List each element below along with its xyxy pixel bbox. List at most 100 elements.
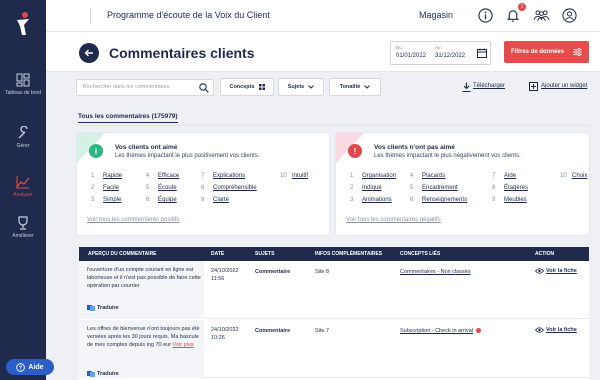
theme-link[interactable]: Intuitif	[292, 173, 308, 179]
data-filters-button[interactable]: Filtres de données	[504, 41, 589, 63]
theme-link[interactable]: Efficace	[158, 173, 179, 179]
theme-link[interactable]: Encadrement	[422, 185, 458, 191]
card-subtitle: Les thèmes impactant le plus négativemen…	[374, 153, 521, 159]
sidebar-item-label: Gérer	[16, 143, 30, 149]
subject-value: Commentaire	[255, 269, 291, 275]
add-widget-icon[interactable]	[529, 82, 538, 91]
concepts-label: Concepts	[229, 84, 255, 90]
theme-rank: 6	[410, 197, 414, 203]
theme-link[interactable]: Clarté	[213, 197, 229, 203]
theme-link[interactable]: Rapide	[103, 173, 122, 179]
column-header: INFOS COMPLÉMENTAIRES	[315, 251, 383, 257]
table-header: APERÇU DU COMMENTAIRE DATE SUJETS INFOS …	[79, 247, 589, 261]
trophy-icon	[18, 216, 28, 230]
download-link[interactable]: Télécharger	[473, 83, 505, 89]
theme-link[interactable]: Animations	[362, 197, 392, 203]
back-button[interactable]	[79, 43, 99, 63]
date-to-value: 31/12/2022	[435, 53, 466, 59]
theme-rank: 10	[280, 173, 287, 179]
column-header: APERÇU DU COMMENTAIRE	[88, 251, 157, 257]
theme-link[interactable]: Facile	[103, 185, 119, 191]
theme-rank: 3	[91, 197, 95, 203]
grid-icon	[258, 84, 265, 90]
theme-link[interactable]: Équipe	[158, 197, 177, 203]
date-from-value: 01/01/2022	[396, 53, 427, 59]
translate-icon	[87, 305, 95, 311]
theme-link[interactable]: Aide	[504, 173, 516, 179]
theme-rank: 1	[350, 173, 354, 179]
theme-link[interactable]: Étagères	[504, 185, 528, 191]
view-record-button[interactable]: Voir la fiche	[535, 327, 577, 333]
sidebar-item-analyze[interactable]: Analyser	[0, 175, 46, 198]
info-icon: i	[89, 144, 103, 158]
toolbar: Rechercher dans les commentaires Concept…	[46, 73, 600, 101]
table-row[interactable]: Les offres de bienvenue n'ont toujours p…	[79, 320, 589, 378]
filter-button-label: Filtres de données	[511, 49, 565, 55]
sidebar-item-dashboard[interactable]: Tableau de bord	[0, 73, 46, 96]
team-icon[interactable]	[532, 6, 550, 24]
theme-link[interactable]: Choix	[572, 173, 587, 179]
chevron-down-icon	[308, 85, 315, 89]
theme-rank: 7	[492, 173, 496, 179]
theme-link[interactable]: Meubles	[504, 197, 527, 203]
theme-link[interactable]: Compréhensible	[213, 185, 257, 191]
see-all-negative-link[interactable]: Voir tous les commentaires négatifs	[346, 217, 441, 223]
theme-link[interactable]: Placards	[422, 173, 445, 179]
date-from-label: Du	[396, 45, 402, 50]
top-bar: Programme d'écoute de la Voix du Client …	[46, 0, 600, 32]
theme-rank: 7	[201, 173, 205, 179]
eye-icon	[535, 268, 544, 274]
subjects-label: Sujets	[287, 84, 305, 90]
sidebar-item-manage[interactable]: Gérer	[0, 126, 46, 149]
column-header: DATE	[211, 251, 225, 257]
store-selector[interactable]: Magasin	[419, 10, 453, 20]
card-title: Vos clients n'ont pas aimé	[374, 144, 455, 151]
user-icon[interactable]	[560, 6, 578, 24]
theme-link[interactable]: Écoute	[158, 185, 177, 191]
theme-link[interactable]: Indiqué	[362, 185, 382, 191]
subject-value: Commentaire	[255, 328, 291, 334]
divider	[77, 125, 589, 126]
time-value: 11:56	[211, 276, 225, 282]
see-more-link[interactable]: Voir plus	[173, 342, 194, 348]
theme-link[interactable]: Explications	[213, 173, 245, 179]
app-title: Programme d'écoute de la Voix du Client	[107, 10, 270, 20]
date-value: 24/10/2022	[211, 268, 239, 274]
linked-concept: Subscription - Check in arrival	[400, 327, 482, 335]
positive-themes-card: i Vos clients ont aimé Les thèmes impact…	[77, 133, 329, 235]
info-icon[interactable]	[476, 6, 494, 24]
comment-excerpt: Les offres de bienvenue n'ont toujours p…	[87, 325, 203, 349]
concepts-button[interactable]: Concepts	[220, 78, 274, 96]
sidebar-item-improve[interactable]: Améliorer	[0, 216, 46, 239]
page-title: Commentaires clients	[109, 45, 255, 61]
theme-link[interactable]: Renseignements	[422, 197, 467, 203]
tab-all-comments[interactable]: Tous les commentaires (175979)	[78, 113, 178, 123]
theme-rank: 3	[350, 197, 354, 203]
help-button[interactable]: ? Aide	[6, 359, 54, 375]
view-record-button[interactable]: Voir la fiche	[535, 268, 577, 274]
column-header: CONCEPTS LIÉS	[400, 251, 441, 257]
translate-button[interactable]: Traduire	[87, 305, 119, 311]
search-icon[interactable]	[199, 83, 209, 93]
brand-logo-icon[interactable]	[0, 0, 46, 48]
translate-button[interactable]: Traduire	[87, 371, 119, 377]
wrench-icon	[18, 126, 28, 139]
tonality-dropdown[interactable]: Tonalité	[329, 78, 381, 96]
download-icon[interactable]	[462, 82, 471, 92]
theme-link[interactable]: Organisation	[362, 173, 396, 179]
date-range-picker[interactable]: Du 01/01/2022 Au 31/12/2022	[390, 41, 491, 65]
linked-concept-link[interactable]: Subscription - Check in arrival	[400, 328, 473, 334]
table-row[interactable]: l'ouverture d'un compte courant en ligne…	[79, 261, 589, 319]
help-icon: ?	[16, 362, 26, 372]
theme-rank: 5	[146, 185, 150, 191]
search-input[interactable]: Rechercher dans les commentaires	[76, 79, 214, 96]
divider	[90, 8, 91, 24]
add-widget-link[interactable]: Ajouter un widget	[541, 83, 587, 89]
sidebar: Tableau de bord Gérer Analyser Améliorer	[0, 0, 46, 380]
subjects-dropdown[interactable]: Sujets	[278, 78, 324, 96]
view-record-label: Voir la fiche	[546, 327, 577, 333]
chart-icon	[16, 176, 30, 189]
theme-link[interactable]: Simple	[103, 197, 121, 203]
see-all-positive-link[interactable]: Voir tous les commentaires positifs	[87, 217, 179, 223]
linked-concept-link[interactable]: Commentaires - Non classés	[400, 268, 471, 276]
